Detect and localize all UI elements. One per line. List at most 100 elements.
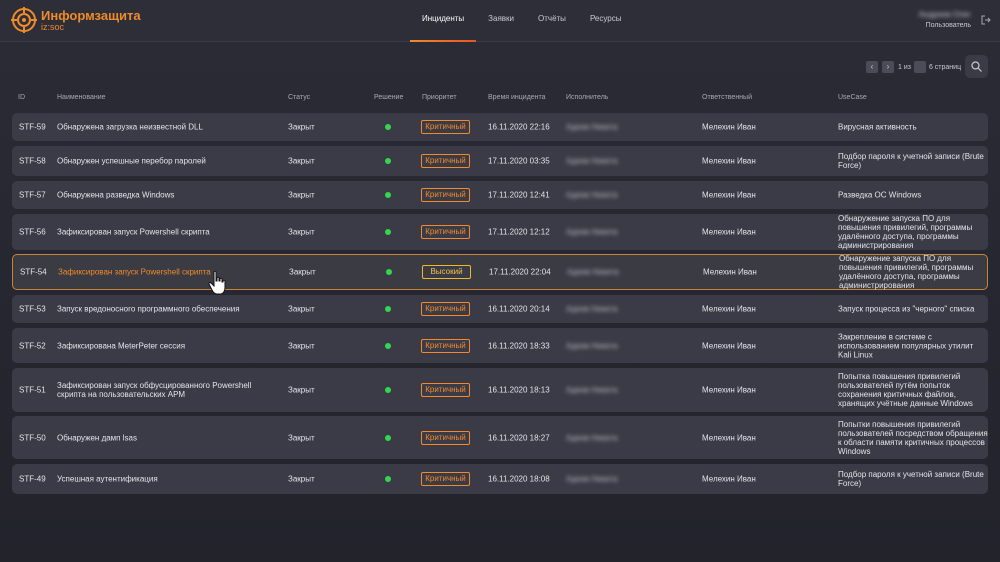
- top-header: Информзащита iz:soc Инциденты Заявки Отч…: [0, 0, 1000, 42]
- incident-id: STF-57: [19, 190, 46, 200]
- table-row[interactable]: STF-53 Запуск вредоносного программного о…: [12, 295, 988, 323]
- incident-status: Закрыт: [288, 227, 315, 237]
- incident-id: STF-59: [19, 122, 46, 132]
- incident-name[interactable]: Обнаружена загрузка неизвестной DLL: [57, 123, 282, 132]
- page-count-label: 6 страниц: [928, 63, 962, 71]
- incident-time: 17.11.2020 12:41: [488, 190, 550, 200]
- table-row[interactable]: STF-58 Обнаружен успешные перебор паролей…: [12, 146, 988, 176]
- col-priority[interactable]: Приоритет: [422, 94, 457, 101]
- user-menu[interactable]: Андреев Олег Пользователь: [919, 10, 971, 29]
- table-row[interactable]: STF-50 Обнаружен дамп lsas Закрыт Критичный…: [12, 416, 988, 459]
- col-executor[interactable]: Исполнитель: [566, 94, 608, 101]
- main-nav: Инциденты Заявки Отчёты Ресурсы: [410, 0, 633, 42]
- usecase-text: Закрепление в системе с использованием п…: [838, 332, 974, 359]
- incident-name[interactable]: Зафиксирован запуск Powershell скрипта: [58, 268, 283, 277]
- executor-name: Адеев Никита: [566, 341, 618, 350]
- table-row[interactable]: STF-59 Обнаружена загрузка неизвестной DL…: [12, 113, 988, 141]
- usecase-text: Обнаружение запуска ПО для повышения при…: [838, 214, 973, 250]
- incident-id: STF-51: [19, 385, 46, 395]
- incident-id: STF-53: [19, 304, 46, 314]
- col-responsible[interactable]: Ответственный: [702, 94, 752, 101]
- executor-name: Адеев Никита: [566, 433, 618, 442]
- table-row[interactable]: STF-57 Обнаружена разведка Windows Закрыт К…: [12, 181, 988, 209]
- executor-name: Адеев Никита: [566, 304, 618, 314]
- hand-cursor-icon: [208, 270, 226, 295]
- incident-id: STF-50: [19, 433, 46, 442]
- incident-id: STF-52: [19, 341, 46, 350]
- usecase-text: Попытки повышения привилегий пользовател…: [838, 419, 988, 456]
- responsible-name: Мелехин Иван: [702, 190, 756, 200]
- col-status[interactable]: Статус: [288, 94, 310, 101]
- priority-badge: Высокий: [422, 265, 471, 279]
- page-number-input[interactable]: [913, 61, 926, 73]
- incident-id: STF-56: [19, 227, 46, 237]
- decision-indicator: [385, 124, 391, 130]
- priority-badge: Критичный: [421, 154, 470, 168]
- executor-name: Адеев Никита: [566, 156, 618, 166]
- tab-requests[interactable]: Заявки: [476, 0, 526, 42]
- priority-badge: Критичный: [421, 302, 470, 316]
- incident-status: Закрыт: [289, 267, 316, 277]
- table-row[interactable]: STF-49 Успешная аутентификация Закрыт Крити…: [12, 464, 988, 494]
- executor-name: Адеев Никита: [567, 267, 619, 277]
- incident-status: Закрыт: [288, 156, 315, 166]
- incident-time: 16.11.2020 18:33: [488, 341, 550, 350]
- logo-title: Информзащита: [41, 7, 141, 23]
- priority-badge: Критичный: [421, 338, 470, 353]
- col-decision[interactable]: Решение: [374, 94, 403, 101]
- responsible-name: Мелехин Иван: [702, 122, 756, 132]
- incident-time: 16.11.2020 18:13: [488, 385, 550, 395]
- incident-id: STF-58: [19, 156, 46, 166]
- executor-name: Адеев Никита: [566, 385, 618, 395]
- incident-time: 16.11.2020 18:27: [488, 433, 550, 442]
- executor-name: Адеев Никита: [566, 190, 618, 200]
- priority-badge: Критичный: [421, 120, 470, 134]
- incident-name[interactable]: Обнаружена разведка Windows: [57, 191, 282, 200]
- next-page-button[interactable]: ›: [882, 61, 894, 73]
- decision-indicator: [385, 476, 391, 482]
- incident-time: 16.11.2020 18:08: [488, 474, 550, 484]
- decision-indicator: [385, 342, 391, 349]
- incident-id: STF-49: [19, 474, 46, 484]
- col-usecase[interactable]: UseCase: [838, 94, 867, 101]
- pagination: ‹ › 1 из 6 страниц: [866, 61, 964, 73]
- incident-name[interactable]: Зафиксирован запуск обфусцированного Pow…: [57, 381, 282, 399]
- incident-status: Закрыт: [288, 341, 315, 350]
- priority-badge: Критичный: [421, 225, 470, 239]
- table-row[interactable]: STF-52 Зафиксирована MeterPeter сессия Зак…: [12, 328, 988, 363]
- incident-status: Закрыт: [288, 385, 315, 395]
- incident-name[interactable]: Зафиксирована MeterPeter сессия: [57, 341, 282, 350]
- tab-resources[interactable]: Ресурсы: [578, 0, 634, 42]
- search-button[interactable]: [965, 55, 988, 78]
- incident-time: 16.11.2020 20:14: [488, 304, 550, 314]
- col-time[interactable]: Время инцидента: [488, 94, 546, 101]
- col-name[interactable]: Наименование: [57, 94, 106, 101]
- usecase-text: Обнаружение запуска ПО для повышения при…: [839, 254, 974, 290]
- user-role: Пользователь: [925, 22, 971, 29]
- executor-name: Адеев Никита: [566, 122, 618, 132]
- incident-status: Закрыт: [288, 474, 315, 484]
- incident-status: Закрыт: [288, 304, 315, 314]
- logo[interactable]: Информзащита iz:soc: [11, 7, 141, 33]
- usecase-text: Разведка ОС Windows: [838, 190, 922, 200]
- incident-name[interactable]: Зафиксирован запуск Powershell скрипта: [57, 228, 282, 237]
- incident-status: Закрыт: [288, 433, 315, 442]
- col-id[interactable]: ID: [18, 94, 25, 101]
- user-name: Андреев Олег: [918, 10, 971, 19]
- incident-name[interactable]: Обнаружен дамп lsas: [57, 433, 282, 442]
- incident-name[interactable]: Успешная аутентификация: [57, 475, 282, 484]
- incident-name[interactable]: Запуск вредоносного программного обеспеч…: [57, 305, 282, 314]
- table-row[interactable]: STF-54 Зафиксирован запуск Powershell скр…: [12, 254, 988, 290]
- prev-page-button[interactable]: ‹: [866, 61, 878, 73]
- incident-name[interactable]: Обнаружен успешные перебор паролей: [57, 157, 282, 166]
- tab-reports[interactable]: Отчёты: [526, 0, 578, 42]
- decision-indicator: [386, 269, 392, 275]
- table-row[interactable]: STF-51 Зафиксирован запуск обфусцированно…: [12, 368, 988, 412]
- usecase-text: Попытка повышения привилегий пользовател…: [838, 372, 973, 408]
- tab-incidents[interactable]: Инциденты: [410, 0, 477, 42]
- incident-status: Закрыт: [288, 190, 315, 200]
- table-row[interactable]: STF-56 Зафиксирован запуск Powershell скр…: [12, 214, 988, 250]
- decision-indicator: [385, 434, 391, 441]
- logout-icon[interactable]: [981, 15, 991, 25]
- logo-icon: [11, 7, 37, 33]
